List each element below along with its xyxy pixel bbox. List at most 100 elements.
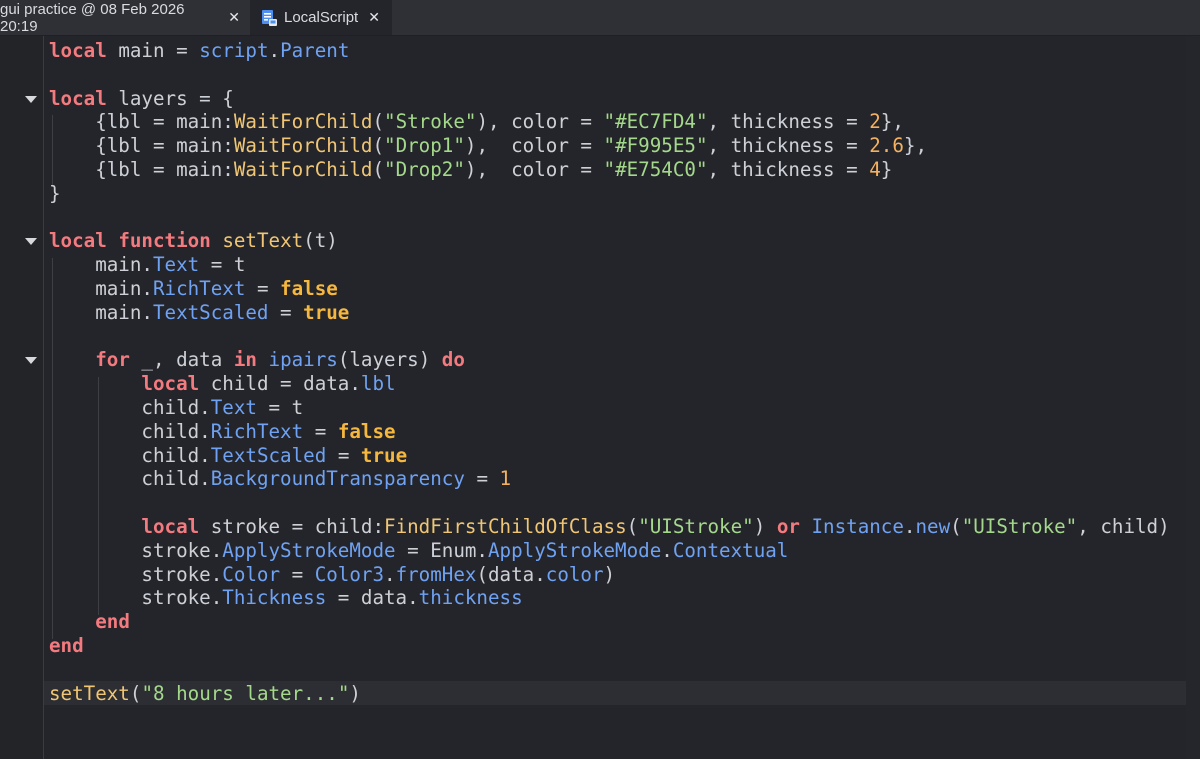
code-line[interactable] bbox=[49, 63, 1170, 87]
code-token: 4 bbox=[869, 157, 881, 181]
editor-tab-bar: gui practice @ 08 Feb 2026 20:19 ✕ Local… bbox=[0, 0, 1200, 36]
code-token: ipairs bbox=[268, 348, 338, 372]
code-line[interactable]: local layers = { bbox=[49, 87, 1170, 111]
vertical-scrollbar[interactable] bbox=[1186, 36, 1200, 759]
code-token: in bbox=[233, 348, 257, 372]
code-token: or bbox=[776, 514, 800, 538]
code-token: true bbox=[303, 300, 350, 324]
code-line[interactable]: local function setText(t) bbox=[49, 229, 1170, 253]
code-token: 2.6 bbox=[869, 134, 904, 158]
code-token: stroke. bbox=[49, 562, 223, 586]
code-line[interactable]: local stroke = child:FindFirstChildOfCla… bbox=[49, 514, 1169, 539]
code-token: main. bbox=[49, 276, 153, 300]
code-token: . bbox=[661, 538, 673, 562]
code-token: layers = { bbox=[106, 86, 234, 110]
code-token: "Drop2" bbox=[384, 157, 465, 181]
code-line[interactable]: stroke.Color = Color3.fromHex(data.color… bbox=[49, 563, 1170, 587]
code-token: "UIStroke" bbox=[638, 514, 754, 538]
code-token: = t bbox=[199, 253, 246, 277]
code-line[interactable]: main.TextScaled = true bbox=[49, 301, 1170, 325]
code-token: child = data. bbox=[199, 372, 361, 396]
code-token: RichText bbox=[152, 276, 246, 300]
code-line[interactable]: local child = data.lbl bbox=[49, 372, 1170, 396]
code-line[interactable]: child.TextScaled = true bbox=[49, 444, 1170, 468]
code-token: = bbox=[326, 443, 361, 467]
code-token: _, data bbox=[129, 348, 234, 372]
code-token: = bbox=[245, 276, 281, 300]
code-token: local bbox=[141, 372, 200, 396]
code-line[interactable] bbox=[49, 491, 1170, 515]
code-token: "8 hours later..." bbox=[141, 681, 350, 705]
code-token: ) bbox=[349, 681, 361, 705]
code-token: local bbox=[49, 39, 107, 62]
close-icon[interactable]: ✕ bbox=[228, 9, 240, 26]
code-content[interactable]: local main = script.Parent local layers … bbox=[49, 39, 1170, 705]
code-line[interactable]: } bbox=[49, 182, 1170, 206]
code-line[interactable] bbox=[49, 325, 1170, 349]
code-token: child. bbox=[49, 443, 211, 467]
code-token: lbl bbox=[360, 372, 396, 396]
code-line[interactable] bbox=[49, 658, 1170, 682]
code-token: "#EC7FD4" bbox=[603, 110, 708, 134]
code-line[interactable]: setText("8 hours later...") bbox=[49, 682, 1170, 706]
fold-arrow-icon[interactable] bbox=[25, 357, 37, 364]
code-line[interactable]: local main = script.Parent bbox=[49, 39, 1170, 63]
code-line[interactable]: end bbox=[49, 634, 1170, 658]
code-token: TextScaled bbox=[210, 443, 327, 467]
code-line[interactable]: stroke.Thickness = data.thickness bbox=[49, 586, 1170, 610]
code-token: . bbox=[384, 562, 396, 586]
code-token: ), color = bbox=[464, 157, 604, 181]
code-token: = bbox=[280, 562, 315, 586]
code-token: main. bbox=[49, 300, 153, 324]
code-token: ( bbox=[626, 514, 639, 538]
code-line[interactable]: {lbl = main:WaitForChild("Stroke"), colo… bbox=[49, 110, 1170, 134]
code-token: FindFirstChildOfClass bbox=[384, 514, 627, 538]
code-token: } bbox=[49, 181, 61, 205]
code-token: fromHex bbox=[395, 562, 477, 586]
tab-label: LocalScript bbox=[284, 9, 359, 26]
close-icon[interactable]: ✕ bbox=[368, 9, 380, 26]
code-editor[interactable]: local main = script.Parent local layers … bbox=[0, 36, 1200, 759]
code-line[interactable]: child.RichText = false bbox=[49, 420, 1170, 444]
code-token: stroke = child: bbox=[199, 514, 385, 538]
code-line[interactable]: main.Text = t bbox=[49, 253, 1170, 277]
code-line[interactable]: {lbl = main:WaitForChild("Drop2"), color… bbox=[49, 158, 1170, 182]
code-token: , thickness = bbox=[707, 134, 870, 158]
code-line[interactable]: stroke.ApplyStrokeMode = Enum.ApplyStrok… bbox=[49, 539, 1170, 563]
code-line[interactable]: {lbl = main:WaitForChild("Drop1"), color… bbox=[49, 134, 1170, 158]
code-token: local bbox=[141, 514, 200, 538]
code-line[interactable] bbox=[49, 206, 1170, 230]
code-token: = bbox=[303, 419, 338, 443]
code-line[interactable]: child.Text = t bbox=[49, 396, 1170, 420]
code-token: child. bbox=[49, 467, 211, 491]
code-token: ( bbox=[129, 681, 142, 705]
code-token: 1 bbox=[499, 467, 512, 491]
code-token: {lbl = main: bbox=[49, 110, 234, 134]
gutter-divider bbox=[43, 36, 44, 759]
code-token: , thickness = bbox=[707, 110, 870, 134]
tab-gui-practice[interactable]: gui practice @ 08 Feb 2026 20:19 ✕ bbox=[0, 0, 240, 35]
code-line[interactable]: child.BackgroundTransparency = 1 bbox=[49, 467, 1170, 491]
code-line[interactable]: main.RichText = false bbox=[49, 277, 1170, 301]
code-token: ) bbox=[753, 514, 777, 538]
code-line[interactable]: for _, data in ipairs(layers) do bbox=[49, 348, 1170, 372]
code-token: false bbox=[280, 276, 338, 300]
code-token: ( bbox=[372, 157, 385, 181]
code-token: {lbl = main: bbox=[49, 157, 234, 181]
code-token: {lbl = main: bbox=[49, 134, 234, 158]
code-token: }, bbox=[880, 110, 904, 134]
tab-localscript[interactable]: LocalScript ✕ bbox=[250, 0, 392, 35]
code-token: (layers) bbox=[337, 348, 442, 372]
fold-arrow-icon[interactable] bbox=[25, 238, 37, 245]
code-line[interactable]: end bbox=[49, 610, 1170, 634]
code-token: = t bbox=[256, 395, 304, 419]
code-token: stroke. bbox=[49, 538, 223, 562]
code-token: ( bbox=[372, 134, 385, 158]
fold-arrow-icon[interactable] bbox=[25, 96, 37, 103]
code-token: } bbox=[880, 157, 893, 181]
code-token: false bbox=[337, 419, 396, 443]
code-token: local bbox=[49, 86, 107, 110]
